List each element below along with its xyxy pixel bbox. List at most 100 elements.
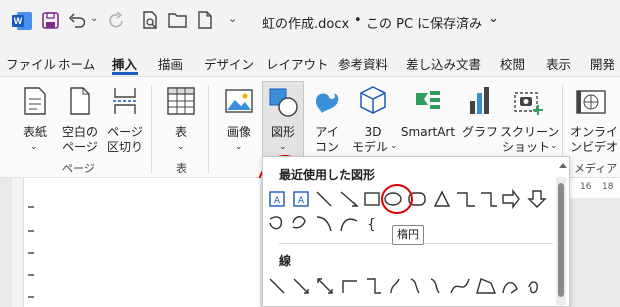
- online-video-label-2: ンビデオ: [570, 140, 619, 154]
- cover-page-label: 表紙: [22, 125, 47, 139]
- tab-insert[interactable]: 挿入: [112, 54, 137, 73]
- tab-draw[interactable]: 描画: [158, 54, 183, 73]
- tab-file[interactable]: ファイル: [6, 54, 56, 73]
- group-separator: [151, 85, 152, 173]
- tab-review[interactable]: 校閲: [500, 54, 525, 73]
- shapes-button[interactable]: 図形 ⌄: [262, 81, 304, 161]
- word-icon: W: [12, 12, 32, 30]
- 3d-models-button[interactable]: 3D モデル ⌄: [348, 81, 398, 159]
- table-dropdown-icon: ⌄: [177, 142, 185, 152]
- chart-label: グラフ: [462, 125, 499, 139]
- smartart-icon: [416, 91, 440, 109]
- oval-tooltip: 楕円: [392, 225, 424, 245]
- smartart-button[interactable]: SmartArt: [398, 81, 458, 159]
- smartart-label: SmartArt: [400, 125, 456, 139]
- redo-icon[interactable]: [108, 12, 126, 30]
- chart-button[interactable]: グラフ: [462, 81, 498, 159]
- cover-page-icon: [24, 87, 46, 115]
- undo-icon[interactable]: [68, 12, 86, 30]
- page-break-button[interactable]: ページ 区切り: [104, 81, 146, 159]
- oval-shape-highlight: [381, 184, 413, 214]
- screenshot-icon: [514, 92, 543, 115]
- page-break-label-1: ページ: [107, 125, 143, 139]
- customize-quick-access-icon[interactable]: ⌄: [228, 12, 237, 25]
- screenshot-label-2: ショット: [501, 140, 550, 154]
- shapes-icon: [269, 88, 298, 117]
- new-document-icon[interactable]: [198, 11, 212, 29]
- document-title: 虹の作成.docx: [262, 17, 350, 32]
- undo-dropdown-icon[interactable]: ⌄: [90, 13, 98, 24]
- table-button[interactable]: 表 ⌄: [162, 81, 200, 159]
- 3d-models-dropdown-icon: ⌄: [390, 141, 398, 151]
- tab-design[interactable]: デザイン: [204, 54, 254, 73]
- screenshot-dropdown-icon: ⌄: [550, 141, 558, 151]
- picture-dropdown-icon: ⌄: [235, 142, 243, 152]
- tab-mailings[interactable]: 差し込み文書: [406, 54, 481, 73]
- lines-heading: 線: [279, 254, 292, 268]
- screenshot-label-1: スクリーン: [500, 125, 560, 139]
- page-break-label-2: 区切り: [106, 140, 143, 154]
- save-icon[interactable]: [42, 12, 60, 30]
- picture-button[interactable]: 画像 ⌄: [218, 81, 260, 159]
- icons-label-2: コン: [314, 140, 339, 154]
- online-video-label-1: オンライ: [570, 125, 619, 139]
- scroll-up-icon[interactable]: [559, 163, 567, 168]
- blank-page-button[interactable]: 空白の ページ: [58, 81, 102, 159]
- ruler-tick: [28, 274, 34, 276]
- save-location[interactable]: この PC に保存済み: [366, 13, 482, 32]
- icons-button[interactable]: アイ コン: [308, 81, 346, 159]
- blank-page-label-2: ページ: [62, 140, 98, 154]
- group-label-media: メディア: [574, 162, 618, 175]
- ruler-tick: [28, 230, 34, 232]
- lines-shapes-row: [269, 278, 539, 294]
- shapes-dropdown-icon: ⌄: [279, 142, 287, 152]
- cover-page-button[interactable]: 表紙 ⌄: [10, 81, 60, 159]
- title-bar: W ⌄ ⌄ 虹の作成.docx • この PC に保存済み ⌄: [0, 0, 620, 42]
- chart-icon: [470, 87, 489, 114]
- ruler-mark-18: 18: [602, 182, 614, 192]
- title-chevron-icon[interactable]: ⌄: [488, 11, 499, 26]
- ruler-mark-16: 16: [580, 182, 592, 192]
- 3d-cube-icon: [360, 86, 386, 114]
- icons-icon: [316, 93, 339, 113]
- 3d-models-label-2: モデル: [351, 140, 388, 154]
- cover-page-dropdown-icon: ⌄: [30, 142, 38, 152]
- blank-page-label-1: 空白の: [61, 125, 98, 139]
- 3d-models-label-1: 3D: [364, 125, 382, 139]
- icons-label-1: アイ: [315, 125, 339, 139]
- ruler-tick: [28, 206, 34, 208]
- screenshot-button[interactable]: スクリーン ショット ⌄: [500, 81, 560, 159]
- shapes-label: 図形: [270, 125, 295, 139]
- active-tab-indicator: [112, 72, 138, 75]
- online-video-button[interactable]: オンライ ンビデオ: [568, 81, 620, 159]
- gallery-scrollbar-thumb[interactable]: [558, 183, 564, 297]
- svg-text:{: {: [367, 217, 376, 233]
- group-label-pages: ページ: [62, 162, 95, 175]
- group-separator: [208, 85, 209, 173]
- tab-developer[interactable]: 開発: [590, 54, 615, 73]
- gallery-scrollbar[interactable]: [556, 177, 566, 305]
- print-preview-icon[interactable]: [142, 11, 158, 29]
- vertical-ruler: [12, 178, 24, 307]
- title-separator: •: [354, 13, 362, 28]
- tab-view[interactable]: 表示: [546, 54, 571, 73]
- table-label: 表: [174, 125, 187, 139]
- ribbon-tabs: ファイル ホーム 挿入 描画 デザイン レイアウト 参考資料 差し込み文書 校閲…: [0, 42, 620, 124]
- group-label-table: 表: [176, 162, 187, 175]
- ruler-tick: [28, 296, 34, 298]
- picture-icon: [225, 89, 253, 113]
- ruler-tick: [28, 252, 34, 254]
- tab-references[interactable]: 参考資料: [338, 54, 388, 73]
- page-break-icon: [113, 88, 137, 114]
- svg-text:A: A: [274, 196, 281, 206]
- svg-text:W: W: [14, 16, 23, 26]
- recent-shapes-heading: 最近使用した図形: [279, 168, 376, 182]
- document-page[interactable]: [12, 178, 260, 307]
- open-folder-icon[interactable]: [168, 12, 188, 28]
- tab-layout[interactable]: レイアウト: [266, 54, 329, 73]
- blank-page-icon: [70, 87, 90, 115]
- table-icon: [167, 87, 195, 115]
- tab-home[interactable]: ホーム: [58, 54, 95, 73]
- svg-text:A: A: [298, 196, 305, 206]
- online-video-icon: [576, 90, 606, 114]
